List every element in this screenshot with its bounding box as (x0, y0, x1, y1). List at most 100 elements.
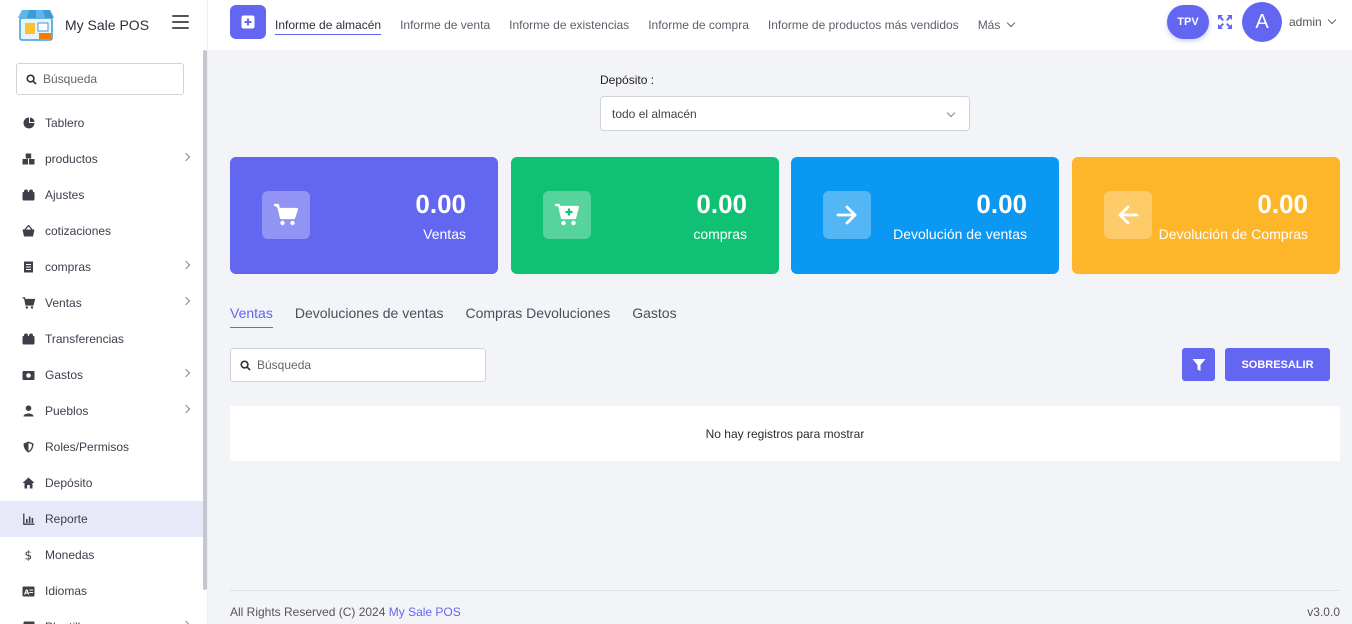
card-label: Ventas (423, 226, 466, 242)
table-search-input[interactable] (257, 358, 477, 372)
sidebar-search[interactable] (16, 63, 184, 95)
chevron-down-icon (946, 108, 956, 118)
filter-icon (1192, 358, 1205, 371)
tab-report-0[interactable]: Informe de almacén (275, 0, 382, 50)
sidebar-item-transferencias[interactable]: Transferencias (0, 321, 207, 357)
sidebar-item-label: Plantillas (45, 620, 93, 624)
sidebar-scrollbar[interactable] (203, 50, 207, 590)
cart-plus-icon (543, 191, 591, 239)
shield-icon (22, 441, 35, 454)
sidebar-item-gastos[interactable]: Gastos (0, 357, 207, 393)
sidebar-item-monedas[interactable]: $ Monedas (0, 537, 207, 573)
more-menu[interactable]: Más (978, 0, 1016, 50)
report-nav-tabs: Informe de almacén Informe de venta Inform… (275, 0, 1033, 50)
warehouse-filter-label: Depósito : (600, 73, 655, 87)
tab-1[interactable]: Devoluciones de ventas (295, 305, 444, 328)
tpv-button[interactable]: TPV (1167, 5, 1209, 39)
chevron-down-icon (1327, 15, 1336, 25)
sidebar-item-label: Gastos (45, 368, 84, 382)
user-icon (22, 405, 35, 418)
cart-icon (22, 297, 35, 310)
plus-square-icon (241, 15, 255, 29)
sidebar-item-tablero[interactable]: Tablero (0, 105, 207, 141)
svg-text:$: $ (25, 549, 33, 561)
card-value: 0.00 (696, 189, 747, 219)
boxes-icon (22, 153, 35, 166)
sidebar-nav: Tablero productos Ajustes cotizaciones compr… (0, 105, 207, 624)
chevron-right-icon (181, 260, 191, 270)
sidebar-item-label: Idiomas (45, 584, 88, 598)
language-icon: A (22, 585, 35, 598)
tab-3[interactable]: Gastos (632, 305, 676, 328)
sidebar-item-label: Reporte (45, 512, 88, 526)
footer-brand-link[interactable]: My Sale POS (389, 605, 461, 619)
tab-0[interactable]: Ventas (230, 305, 273, 328)
template-icon (22, 621, 35, 624)
data-table: No hay registros para mostrar (230, 406, 1340, 461)
add-button[interactable] (230, 5, 266, 39)
sidebar-item-depósito[interactable]: Depósito (0, 465, 207, 501)
summary-card: 0.00 compras (511, 157, 779, 274)
adjust-icon (22, 189, 35, 202)
main-content: Depósito : todo el almacén 0.00 Ventas 0.0… (208, 50, 1352, 624)
search-icon (240, 359, 251, 371)
sidebar-item-compras[interactable]: compras (0, 249, 207, 285)
transfer-icon (22, 333, 35, 346)
footer: All Rights Reserved (C) 2024 My Sale POS… (230, 590, 1340, 619)
dollar-icon: $ (22, 549, 35, 562)
sidebar-item-label: Ventas (45, 296, 82, 310)
sidebar-item-reporte[interactable]: Reporte (0, 501, 207, 537)
sidebar-item-cotizaciones[interactable]: cotizaciones (0, 213, 207, 249)
sidebar-item-label: Ajustes (45, 188, 85, 202)
sidebar-item-plantillas[interactable]: Plantillas (0, 609, 207, 624)
home-icon (22, 477, 35, 490)
warehouse-select-value: todo el almacén (612, 106, 697, 121)
filter-button[interactable] (1182, 348, 1215, 381)
sidebar-search-input[interactable] (43, 72, 168, 86)
sidebar-item-pueblos[interactable]: Pueblos (0, 393, 207, 429)
summary-card: 0.00 Devolución de ventas (791, 157, 1059, 274)
sidebar-item-label: Depósito (45, 476, 93, 490)
sidebar-item-label: Roles/Permisos (45, 440, 130, 454)
fullscreen-icon[interactable] (1217, 14, 1233, 30)
arrow-left-icon (1104, 191, 1152, 239)
store-logo-icon (17, 8, 55, 42)
chevron-right-icon (181, 404, 191, 414)
sidebar-item-ajustes[interactable]: Ajustes (0, 177, 207, 213)
tab-report-4[interactable]: Informe de productos más vendidos (768, 0, 959, 50)
search-icon (26, 73, 37, 85)
avatar[interactable]: A (1242, 2, 1282, 42)
summary-card: 0.00 Ventas (230, 157, 498, 274)
chevron-right-icon (181, 296, 191, 306)
card-value: 0.00 (1257, 189, 1308, 219)
card-label: compras (693, 226, 747, 242)
sidebar: My Sale POS Tablero productos Ajustes cotiz… (0, 0, 208, 624)
sidebar-item-ventas[interactable]: Ventas (0, 285, 207, 321)
chevron-right-icon (181, 152, 191, 162)
chevron-down-icon (1007, 18, 1016, 28)
card-value: 0.00 (976, 189, 1027, 219)
sidebar-item-label: Monedas (45, 548, 95, 562)
cart-icon (262, 191, 310, 239)
sidebar-item-label: compras (45, 260, 92, 274)
pie-chart-icon (22, 117, 35, 130)
tab-2[interactable]: Compras Devoluciones (465, 305, 610, 328)
copyright-text: All Rights Reserved (C) 2024 (230, 605, 386, 619)
top-bar: Informe de almacén Informe de venta Inform… (208, 0, 1352, 50)
sidebar-item-roles-permisos[interactable]: Roles/Permisos (0, 429, 207, 465)
sidebar-item-productos[interactable]: productos (0, 141, 207, 177)
tab-report-1[interactable]: Informe de venta (400, 0, 490, 50)
receipt-icon (22, 261, 35, 274)
sidebar-item-label: cotizaciones (45, 224, 112, 238)
warehouse-select[interactable]: todo el almacén (600, 96, 970, 131)
bar-chart-icon (22, 513, 35, 526)
money-icon (22, 369, 35, 382)
table-search[interactable] (230, 348, 486, 382)
tab-report-2[interactable]: Informe de existencias (509, 0, 629, 50)
export-excel-button[interactable]: SOBRESALIR (1225, 348, 1330, 381)
tab-report-3[interactable]: Informe de compra (648, 0, 749, 50)
sidebar-item-idiomas[interactable]: A Idiomas (0, 573, 207, 609)
user-menu[interactable]: admin (1289, 15, 1336, 29)
menu-toggle-icon[interactable] (172, 15, 189, 29)
report-tabs: Ventas Devoluciones de ventas Compras Devo… (230, 305, 699, 328)
